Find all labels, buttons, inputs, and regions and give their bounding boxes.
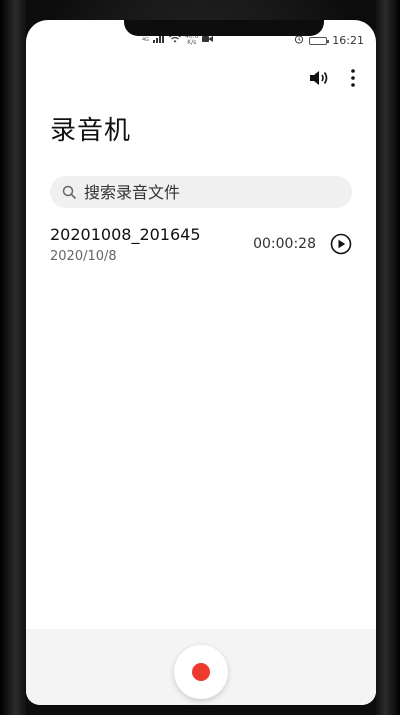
recording-date: 2020/10/8: [50, 249, 117, 264]
record-icon: [192, 663, 210, 681]
speaker-icon[interactable]: [308, 68, 332, 88]
recording-name: 20201008_201645: [50, 225, 201, 244]
bezel-left: [0, 0, 26, 715]
play-circle-icon[interactable]: [330, 233, 352, 259]
toolbar: [308, 68, 356, 88]
video-camera-icon: [202, 35, 214, 46]
network-speed-unit: K/s: [187, 39, 197, 46]
record-button[interactable]: [174, 645, 228, 699]
search-bar[interactable]: [50, 176, 352, 208]
bottom-bar: [26, 629, 376, 705]
bezel-right: [376, 0, 400, 715]
page-title: 录音机: [50, 116, 132, 146]
more-vertical-icon[interactable]: [350, 68, 356, 88]
list-item[interactable]: 20201008_201645 2020/10/8 00:00:28: [50, 225, 352, 271]
battery-icon: [309, 36, 330, 45]
camera-notch: [124, 20, 324, 36]
phone-frame: 4G 40.6 K/s 16:21 录音机 搜索录音文件 20201008_20…: [0, 0, 400, 715]
recording-duration: 00:00:28: [253, 236, 316, 252]
status-time: 16:21: [332, 34, 364, 47]
network-type: 4G: [142, 37, 150, 43]
search-icon: [62, 185, 76, 199]
status-bar: 4G 40.6 K/s 16:21: [26, 34, 376, 50]
app-screen: 4G 40.6 K/s 16:21 录音机 搜索录音文件 20201008_20…: [26, 20, 376, 705]
search-input[interactable]: [82, 181, 326, 203]
